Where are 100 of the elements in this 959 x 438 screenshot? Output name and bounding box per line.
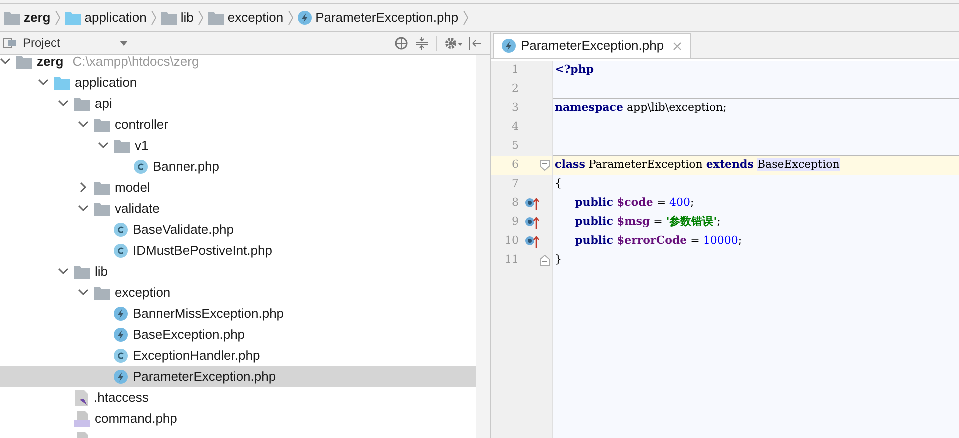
- lightning-icon: [502, 39, 516, 53]
- project-view-icon: [3, 37, 17, 49]
- line-number: 7: [511, 176, 519, 192]
- file-name: ParameterException.php: [133, 368, 276, 386]
- folder-icon: [54, 76, 70, 90]
- tree-item[interactable]: .htaccess: [0, 387, 476, 408]
- file-name: ExceptionHandler.php: [133, 346, 260, 365]
- class-icon: [114, 348, 128, 362]
- code-line: class ParameterException extends BaseException: [555, 157, 840, 174]
- locate-icon[interactable]: [395, 36, 408, 50]
- chevron-icon: [198, 10, 204, 24]
- file-name: validate: [115, 200, 160, 218]
- breadcrumb-item[interactable]: ParameterException.php: [316, 8, 459, 28]
- tree-item[interactable]: ExceptionHandler.php: [0, 345, 476, 366]
- file-name: application: [75, 74, 138, 92]
- file-name: model: [115, 178, 150, 197]
- file-name: Banner.php: [153, 158, 220, 176]
- line-number: 1: [511, 62, 519, 78]
- breadcrumb-item[interactable]: zerg: [24, 8, 51, 28]
- breadcrumb-item[interactable]: lib: [180, 8, 194, 28]
- panel-title[interactable]: Project: [23, 34, 60, 52]
- line-number: 4: [511, 119, 519, 136]
- lightning-icon: [114, 328, 128, 342]
- file-name: lib: [95, 262, 108, 281]
- tree-item[interactable]: model: [0, 177, 476, 198]
- tree-item[interactable]: BaseValidate.php: [0, 219, 476, 240]
- breadcrumb-item[interactable]: application: [84, 8, 147, 28]
- chevron-icon: [462, 10, 469, 24]
- folder-path: C:\xampp\htdocs\zerg: [72, 55, 200, 71]
- line-number: 10: [504, 233, 519, 250]
- file-icon: [74, 390, 89, 406]
- tree-item[interactable]: zerg C:\xampp\htdocs\zerg: [0, 55, 476, 72]
- file-name: .htaccess: [94, 388, 149, 407]
- chevron-icon: [54, 10, 61, 24]
- tree-item[interactable]: api: [0, 93, 476, 114]
- class-icon: [134, 160, 148, 174]
- folder-icon: [114, 138, 130, 152]
- tree-item[interactable]: BaseException.php: [0, 324, 476, 345]
- editor-tab[interactable]: ParameterException.php: [493, 33, 692, 58]
- code-line: namespace app\lib\exception;: [555, 100, 727, 116]
- file-name: zerg: [37, 55, 64, 71]
- line-number: 3: [511, 100, 519, 116]
- chevron-icon: [150, 10, 157, 24]
- tree-item[interactable]: application: [0, 72, 476, 93]
- code-line: public $code = 400;: [574, 195, 694, 212]
- folder-icon: [94, 118, 110, 132]
- tree-item[interactable]: validate: [0, 198, 476, 219]
- folder-icon: [74, 264, 90, 278]
- collapse-all-icon[interactable]: [416, 36, 428, 50]
- folder-icon: [94, 202, 110, 216]
- tree-item[interactable]: Banner.php: [0, 156, 476, 177]
- line-number: 5: [511, 138, 519, 154]
- dropdown-caret-icon[interactable]: [120, 40, 128, 46]
- line-number: 6: [511, 157, 519, 174]
- tree-item[interactable]: IDMustBePostiveInt.php: [0, 240, 476, 261]
- file-name: IDMustBePostiveInt.php: [133, 242, 272, 260]
- tree-item[interactable]: lib: [0, 261, 476, 282]
- file-name: v1: [135, 136, 149, 155]
- fold-icon[interactable]: [540, 255, 550, 266]
- tree-item[interactable]: command.php: [0, 408, 476, 429]
- breadcrumb-item[interactable]: exception: [228, 8, 284, 28]
- chevron-icon: [288, 10, 294, 24]
- code-line: }: [555, 252, 562, 268]
- code-line: <?php: [555, 62, 594, 78]
- folder-icon: [4, 10, 20, 24]
- php-file-icon: [74, 410, 90, 426]
- folder-icon: [94, 180, 110, 194]
- fold-icon[interactable]: [540, 160, 550, 171]
- folder-icon: [160, 10, 177, 24]
- tree-item[interactable]: v1: [0, 135, 476, 156]
- hide-panel-icon[interactable]: [469, 36, 481, 50]
- close-icon[interactable]: [673, 42, 682, 50]
- folder-icon: [64, 10, 81, 24]
- folder-icon: [74, 96, 90, 110]
- file-name: BaseValidate.php: [133, 220, 234, 239]
- code-line: public $errorCode = 10000;: [574, 233, 742, 250]
- file-name: controller: [115, 116, 168, 134]
- file-name: exception: [115, 284, 171, 302]
- line-number: 8: [511, 195, 519, 212]
- tree-item[interactable]: exception: [0, 282, 476, 303]
- class-icon: [114, 222, 128, 236]
- line-number: 9: [511, 214, 519, 230]
- file-name: api: [95, 94, 112, 113]
- code-line: public $msg = '参数错误';: [574, 214, 721, 230]
- folder-icon: [208, 10, 224, 24]
- file-name: command.php: [95, 410, 178, 428]
- folder-icon: [94, 286, 110, 300]
- lightning-icon: [298, 10, 312, 24]
- code-line: {: [555, 176, 562, 192]
- tree-item[interactable]: controller: [0, 114, 476, 135]
- file-name: BaseException.php: [133, 326, 246, 344]
- lightning-icon: [114, 306, 128, 320]
- line-number: 11: [504, 252, 519, 268]
- file-name: BannerMissException.php: [133, 304, 284, 323]
- tree-item[interactable]: BannerMissException.php: [0, 303, 476, 324]
- lightning-icon: [114, 370, 128, 384]
- tree-item[interactable]: ParameterException.php: [0, 366, 476, 387]
- settings-icon[interactable]: [445, 36, 463, 50]
- class-icon: [114, 244, 128, 258]
- line-number: 2: [511, 81, 519, 98]
